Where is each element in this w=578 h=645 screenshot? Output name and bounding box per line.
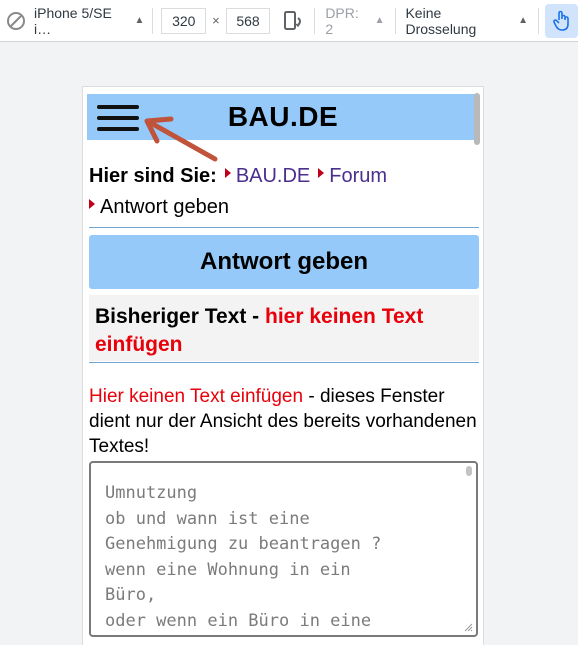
dpr-select[interactable]: DPR: 2 ▲ (315, 0, 394, 42)
textarea-scrollbar[interactable] (466, 466, 472, 476)
toolbar-divider (538, 7, 540, 34)
triangle-right-icon (224, 168, 231, 178)
rotate-icon[interactable] (282, 10, 304, 32)
chevron-updown-icon: ▲ (134, 15, 145, 26)
divider (89, 227, 479, 228)
chevron-updown-icon: ▲ (374, 15, 385, 26)
breadcrumb-link-home[interactable]: BAU.DE (236, 165, 310, 187)
touch-toggle-button[interactable] (545, 3, 578, 38)
breadcrumb-link-forum[interactable]: Forum (329, 165, 387, 187)
toolbar-divider (152, 7, 154, 34)
hand-pointer-icon (552, 10, 572, 32)
triangle-right-icon (318, 168, 325, 178)
breadcrumb: Hier sind Sie: BAU.DE Forum Antwort geben (89, 161, 479, 223)
height-value: 568 (236, 12, 260, 29)
previous-text-heading: Bisheriger Text - hier keinen Text einfü… (89, 295, 479, 361)
triangle-right-icon (89, 199, 95, 209)
resize-grip-icon[interactable] (463, 622, 473, 632)
reply-heading-text: Antwort geben (200, 248, 368, 275)
previous-text-heading-prefix: Bisheriger Text - (95, 305, 265, 328)
breadcrumb-current: Antwort geben (100, 196, 229, 218)
info-warning: Hier keinen Text einfügen (89, 386, 304, 407)
site-title[interactable]: BAU.DE (228, 101, 338, 133)
height-input[interactable]: 568 (225, 7, 271, 34)
previous-text-area[interactable]: Umnutzung ob und wann ist eine Genehmigu… (89, 461, 478, 637)
width-input[interactable]: 320 (161, 7, 207, 34)
throttle-select[interactable]: Keine Drosselung ▲ (395, 0, 538, 42)
previous-text-content: Umnutzung ob und wann ist eine Genehmigu… (105, 483, 382, 631)
dpr-label: DPR: 2 (325, 4, 359, 37)
chevron-updown-icon: ▲ (518, 15, 529, 26)
device-viewport: BAU.DE Hier sind Sie: BAU.DE Forum Antwort … (82, 86, 484, 645)
throttle-label: Keine Drosselung (405, 4, 477, 37)
breadcrumb-label: Hier sind Sie: (89, 165, 217, 187)
annotation-arrow-icon (144, 116, 218, 162)
divider (89, 362, 479, 363)
devtools-toolbar: iPhone 5/SE i… ▲ 320 × 568 DPR: 2 ▲ Keine… (0, 0, 578, 42)
device-icon (6, 11, 26, 31)
dimension-separator: × (212, 13, 220, 28)
width-value: 320 (172, 12, 196, 29)
menu-icon[interactable] (97, 105, 139, 131)
reply-heading: Antwort geben (89, 235, 479, 289)
info-text: Hier keinen Text einfügen - dieses Fenst… (89, 384, 479, 459)
page-scrollbar[interactable] (474, 93, 480, 145)
device-select[interactable]: iPhone 5/SE i… ▲ (0, 0, 152, 42)
device-name: iPhone 5/SE i… (34, 4, 112, 37)
